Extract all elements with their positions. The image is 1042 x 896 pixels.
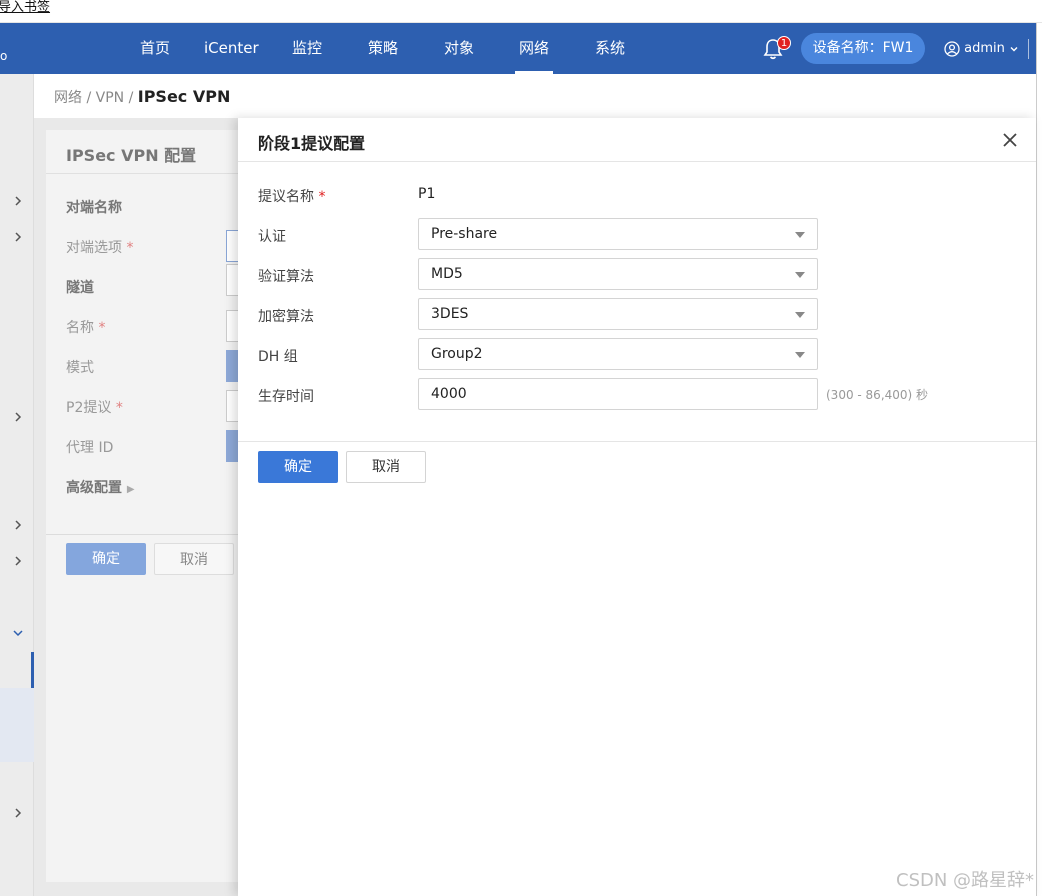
panel-title: IPSec VPN 配置 [66, 146, 197, 165]
p2-proposal-label: P2提议 * [66, 400, 123, 416]
logo-edge: o [0, 49, 8, 63]
chevron-right-icon[interactable] [12, 195, 24, 207]
dh-select-value: Group2 [431, 346, 483, 362]
device-name-pill[interactable]: 设备名称：FW1 [801, 33, 925, 64]
nav-system[interactable]: 系统 [591, 23, 629, 74]
chevron-right-icon[interactable] [12, 807, 24, 819]
nav-monitor[interactable]: 监控 [288, 23, 326, 74]
peer-option-label: 对端选项 * [66, 240, 134, 256]
sidebar [0, 74, 34, 896]
hash-select-value: MD5 [431, 266, 463, 282]
user-menu[interactable]: admin [944, 23, 1019, 74]
import-bookmarks-link[interactable]: 导入书签 [0, 0, 50, 16]
chevron-right-icon[interactable] [12, 519, 24, 531]
bg-ok-button[interactable]: 确定 [66, 543, 146, 575]
nav-object[interactable]: 对象 [440, 23, 478, 74]
caret-down-icon [795, 272, 805, 278]
sidebar-active-group[interactable] [0, 688, 34, 762]
proposal-name-value: P1 [418, 186, 436, 202]
breadcrumb-vpn[interactable]: VPN [96, 90, 125, 106]
breadcrumb-separator: / [86, 90, 92, 106]
ok-button[interactable]: 确定 [258, 451, 338, 483]
drawer-header-divider [238, 161, 1036, 162]
caret-down-icon [795, 312, 805, 318]
nav-policy[interactable]: 策略 [364, 23, 402, 74]
cancel-button[interactable]: 取消 [346, 451, 426, 483]
section-tunnel: 隧道 [66, 280, 94, 296]
bookmark-bar: 导入书签 [0, 0, 1042, 23]
phase1-proposal-drawer: 阶段1提议配置 提议名称 * P1 认证 Pre-share 验证算法 MD5 … [238, 118, 1036, 896]
drawer-footer-divider [238, 441, 1036, 442]
nav-home[interactable]: 首页 [135, 23, 175, 74]
close-icon[interactable] [1002, 132, 1018, 148]
encryption-select-value: 3DES [431, 306, 469, 322]
notification-badge: 1 [777, 36, 791, 50]
chevron-down-icon [1010, 46, 1018, 51]
chevron-down-icon[interactable] [12, 627, 24, 639]
caret-down-icon [795, 352, 805, 358]
breadcrumb-network[interactable]: 网络 [54, 90, 82, 106]
panel-header: IPSec VPN 配置 [46, 130, 242, 174]
nav-divider [1028, 39, 1029, 59]
section-peer-name: 对端名称 [66, 200, 122, 216]
nav-icenter[interactable]: iCenter [204, 23, 259, 74]
lifetime-label: 生存时间 [258, 389, 314, 405]
window-edge [1036, 23, 1042, 896]
auth-label: 认证 [258, 229, 286, 245]
username: admin [964, 41, 1005, 56]
chevron-right-icon[interactable] [12, 555, 24, 567]
breadcrumb-current: IPSec VPN [137, 87, 231, 106]
top-nav: o 首页 iCenter 监控 策略 对象 网络 系统 1 设备名称：FW1 a… [0, 23, 1036, 74]
dh-group-select[interactable]: Group2 [418, 338, 818, 370]
encryption-algorithm-select[interactable]: 3DES [418, 298, 818, 330]
caret-down-icon [795, 232, 805, 238]
hash-algorithm-select[interactable]: MD5 [418, 258, 818, 290]
auth-select-value: Pre-share [431, 226, 498, 242]
watermark: CSDN @路星辞* [896, 870, 1035, 891]
bg-cancel-button[interactable]: 取消 [154, 543, 234, 575]
lifetime-input[interactable] [418, 378, 818, 410]
breadcrumb: 网络 / VPN / IPSec VPN [54, 87, 230, 107]
proposal-name-label: 提议名称 * [258, 189, 326, 205]
panel-footer-divider [46, 534, 242, 535]
auth-select[interactable]: Pre-share [418, 218, 818, 250]
encryption-label: 加密算法 [258, 309, 314, 325]
nav-network[interactable]: 网络 [515, 23, 553, 74]
breadcrumb-separator: / [128, 90, 134, 106]
mode-label: 模式 [66, 360, 94, 376]
caret-right-icon: ▶ [126, 484, 135, 495]
user-icon [944, 40, 960, 57]
drawer-title: 阶段1提议配置 [258, 134, 366, 153]
dh-group-label: DH 组 [258, 349, 298, 365]
chevron-right-icon[interactable] [12, 411, 24, 423]
ipsec-config-panel: IPSec VPN 配置 对端名称 对端选项 * 隧道 名称 * 模式 P2提议… [46, 130, 246, 882]
lifetime-range-hint: (300 - 86,400) 秒 [826, 388, 929, 402]
advanced-config-toggle[interactable]: 高级配置 ▶ [66, 477, 135, 497]
hash-label: 验证算法 [258, 269, 314, 285]
chevron-right-icon[interactable] [12, 231, 24, 243]
tunnel-name-label: 名称 * [66, 320, 106, 336]
proxy-id-label: 代理 ID [66, 440, 114, 456]
